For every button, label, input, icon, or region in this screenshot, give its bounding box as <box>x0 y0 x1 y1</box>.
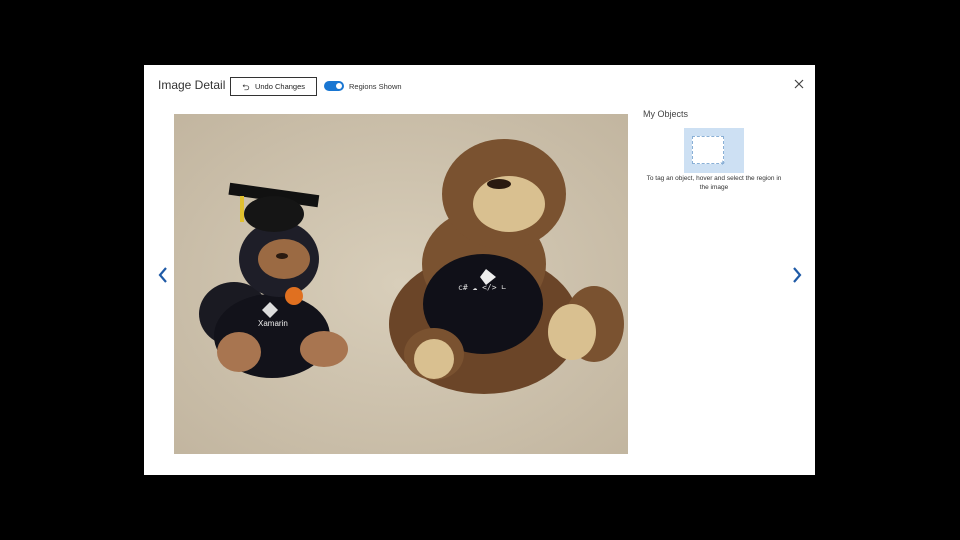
image-detail-dialog: Image Detail Undo Changes Regions Shown <box>144 65 815 475</box>
chevron-right-icon[interactable] <box>790 265 804 285</box>
svg-text:Xamarin: Xamarin <box>258 319 288 328</box>
tag-help-text: To tag an object, hover and select the r… <box>646 175 782 191</box>
region-placeholder-illustration: + <box>684 128 744 173</box>
toggle-knob <box>336 83 342 89</box>
undo-changes-label: Undo Changes <box>254 82 306 91</box>
regions-shown-label: Regions Shown <box>349 82 402 91</box>
dialog-title: Image Detail <box>158 78 226 92</box>
undo-icon <box>242 83 250 90</box>
chevron-left-icon[interactable] <box>156 265 170 285</box>
my-objects-title: My Objects <box>643 109 689 119</box>
plush-photo: Xamarin c# ☁ </> ∟ <box>174 114 628 454</box>
svg-text:c# ☁ </> ∟: c# ☁ </> ∟ <box>458 283 506 292</box>
regions-shown-toggle[interactable] <box>324 81 344 91</box>
crosshair-icon: + <box>720 158 726 168</box>
undo-changes-button[interactable]: Undo Changes <box>230 77 317 96</box>
close-icon[interactable] <box>793 78 805 90</box>
image-canvas[interactable]: Xamarin c# ☁ </> ∟ <box>174 114 628 454</box>
